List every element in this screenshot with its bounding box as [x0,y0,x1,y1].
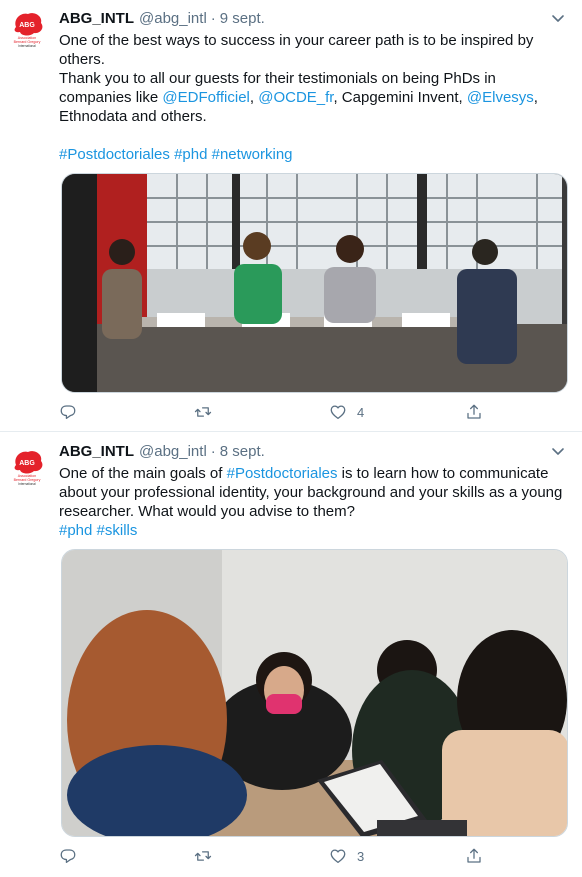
tweet-actions: 4 [59,402,499,422]
text-segment: about your professional identity, your b… [59,484,563,501]
hashtag-link[interactable]: #phd [174,146,207,163]
hashtag-link[interactable]: #networking [212,146,293,163]
like-button[interactable]: 3 [329,847,364,865]
logo-caption-3: International [18,482,36,486]
author-handle[interactable]: @abg_intl [139,10,207,27]
tweet-content: ABG_INTL @abg_intl · 8 sept. One of the … [59,441,570,540]
tweet-text-line: companies like @EDFofficiel, @OCDE_fr, C… [59,88,570,107]
tweet-2[interactable]: ABG Association Bernard Gregory Internat… [0,432,582,877]
tweet-text-line: #phd #skills [59,521,570,540]
like-count: 4 [357,404,365,420]
reply-button[interactable] [59,403,87,421]
hashtag-link[interactable]: #skills [97,522,138,539]
tweet-photo[interactable] [61,549,568,837]
tweet-text: One of the main goals of #Postdoctoriale… [59,464,570,540]
like-count: 3 [357,848,365,864]
text-segment: , [533,89,538,106]
logo-text: ABG [19,460,35,467]
workshop-photo-illustration [62,550,567,836]
text-segment: is to learn how to communicate [337,465,549,482]
share-icon [467,404,481,419]
hashtag-link[interactable]: #Postdoctoriales [59,146,170,163]
hashtag-link[interactable]: #Postdoctoriales [227,465,338,482]
tweet-text-line [59,126,570,145]
tweet-text-line: others. [59,50,570,69]
retweet-button[interactable] [194,403,222,421]
avatar[interactable]: ABG Association Bernard Gregory Internat… [4,6,50,52]
text-segment: , Capgemini Invent, [333,89,467,106]
tweet-text: One of the best ways to success in your … [59,31,570,164]
share-button[interactable] [465,403,483,421]
avatar[interactable]: ABG Association Bernard Gregory Internat… [4,444,50,490]
retweet-icon [194,407,212,417]
like-button[interactable]: 4 [329,403,364,421]
author-name[interactable]: ABG_INTL [59,10,134,27]
author-name[interactable]: ABG_INTL [59,443,134,460]
tweet-content: ABG_INTL @abg_intl · 9 sept. One of the … [59,8,570,164]
retweet-icon [194,851,212,861]
like-icon [330,849,346,864]
abg-logo: ABG Association Bernard Gregory Internat… [14,13,43,48]
separator: · [210,442,216,460]
share-button[interactable] [465,847,483,865]
logo-caption-3: International [18,44,36,48]
tweet-header: ABG_INTL @abg_intl · 9 sept. [59,8,570,28]
tweet-1[interactable]: ABG Association Bernard Gregory Internat… [0,0,582,432]
text-segment: Ethnodata and others. [59,108,207,125]
logo-text: ABG [19,22,35,29]
tweet-text-line: about your professional identity, your b… [59,483,570,502]
author-handle[interactable]: @abg_intl [139,443,207,460]
mention-link[interactable]: @EDFofficiel [162,89,249,106]
tweet-header: ABG_INTL @abg_intl · 8 sept. [59,441,570,461]
tweet-text-line: Thank you to all our guests for their te… [59,69,570,88]
tweet-text-line: Ethnodata and others. [59,107,570,126]
mention-link[interactable]: @Elvesys [467,89,534,106]
chevron-down-icon[interactable] [550,10,566,26]
tweet-text-line: One of the best ways to success in your … [59,31,570,50]
tweet-text-line: researcher. What would you advise to the… [59,502,570,521]
mention-link[interactable]: @OCDE_fr [258,89,333,106]
tweet-date[interactable]: 8 sept. [220,443,265,460]
text-segment: others. [59,51,105,68]
share-icon [467,848,481,863]
tweet-actions: 3 [59,846,499,866]
tweet-photo[interactable] [61,173,568,393]
chevron-down-icon[interactable] [550,443,566,459]
tweet-date[interactable]: 9 sept. [220,10,265,27]
like-icon [330,405,346,420]
reply-icon [60,849,76,864]
reply-icon [60,405,76,420]
text-segment: Thank you to all our guests for their te… [59,70,496,87]
reply-button[interactable] [59,847,87,865]
tweet-text-line: #Postdoctoriales #phd #networking [59,145,570,164]
tweet-text-line: One of the main goals of #Postdoctoriale… [59,464,570,483]
text-segment: One of the best ways to success in your … [59,32,534,49]
separator: · [210,9,216,27]
panel-photo-illustration [62,174,567,392]
text-segment: companies like [59,89,163,106]
text-segment: researcher. What would you advise to the… [59,503,355,520]
text-segment: , [249,89,259,106]
abg-logo: ABG Association Bernard Gregory Internat… [14,451,43,486]
text-segment: One of the main goals of [59,465,227,482]
hashtag-link[interactable]: #phd [59,522,92,539]
retweet-button[interactable] [194,847,222,865]
